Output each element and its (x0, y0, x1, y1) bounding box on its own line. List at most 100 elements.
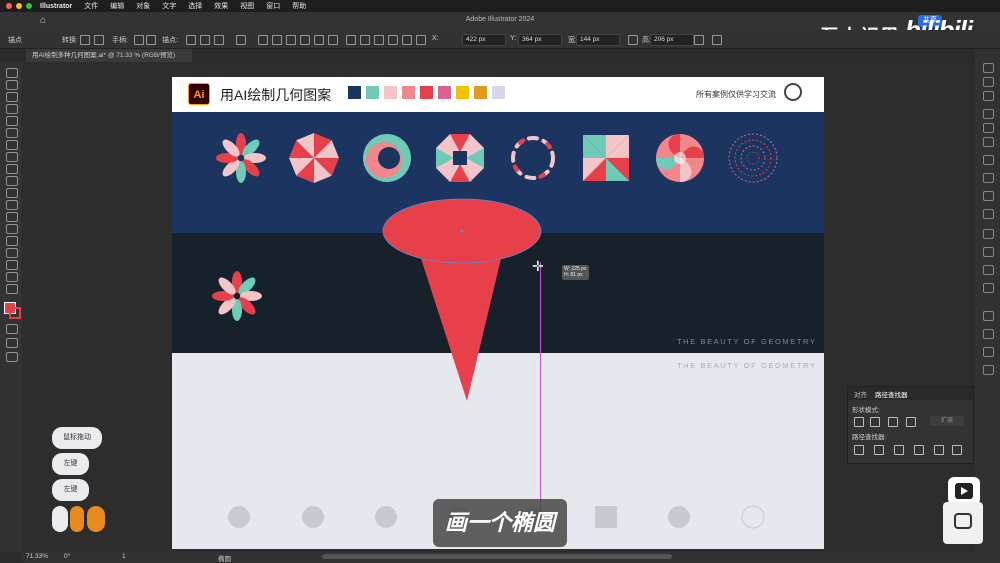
swatch-orange[interactable] (474, 86, 487, 99)
trim-icon[interactable] (874, 445, 884, 455)
appearance-panel-icon[interactable] (983, 283, 994, 293)
character-panel-icon[interactable] (983, 191, 994, 201)
align-panel-icon[interactable] (983, 311, 994, 321)
curvature-tool-icon[interactable] (6, 104, 18, 114)
cone-drawing[interactable] (380, 198, 550, 408)
convert-smooth-icon[interactable] (94, 35, 104, 45)
hand-tool-icon[interactable] (6, 284, 18, 294)
transform-panel-icon[interactable] (983, 247, 994, 257)
stroke-swatch[interactable] (9, 307, 21, 319)
pencil-tool-icon[interactable] (6, 128, 18, 138)
distribute-left-icon[interactable] (388, 35, 398, 45)
stroke-panel-icon[interactable] (983, 173, 994, 183)
tab-align[interactable]: 对齐 (854, 389, 867, 399)
distribute-right-icon[interactable] (416, 35, 426, 45)
isolate-icon[interactable] (214, 35, 224, 45)
align-top-icon[interactable] (300, 35, 310, 45)
menu-help[interactable]: 帮助 (292, 1, 306, 11)
height-field[interactable]: 206 px (650, 34, 694, 46)
swatch-pink[interactable] (438, 86, 451, 99)
arrange-icon[interactable] (712, 35, 722, 45)
menu-window[interactable]: 窗口 (266, 1, 280, 11)
expand-button[interactable]: 扩展 (930, 416, 964, 426)
merge-icon[interactable] (894, 445, 904, 455)
artboard-tool-icon[interactable] (6, 272, 18, 282)
crop-icon[interactable] (914, 445, 924, 455)
menu-app[interactable]: Illustrator (40, 3, 72, 10)
cone-triangle[interactable] (417, 246, 504, 401)
video-play-icon[interactable] (948, 477, 980, 505)
shape-builder-tool-icon[interactable] (6, 200, 18, 210)
menu-file[interactable]: 文件 (84, 1, 98, 11)
symbols-panel-icon[interactable] (983, 155, 994, 165)
swatches-panel-icon[interactable] (983, 123, 994, 133)
link-icon[interactable] (628, 35, 638, 45)
grid-icon[interactable] (236, 35, 246, 45)
rotation-angle[interactable]: 0° (64, 553, 70, 560)
tab-pathfinder[interactable]: 路径查找器 (875, 389, 908, 399)
menu-edit[interactable]: 编辑 (110, 1, 124, 11)
minimize-window-button[interactable] (16, 3, 22, 9)
pathfinder-panel-icon[interactable] (983, 329, 994, 339)
menu-type[interactable]: 文字 (162, 1, 176, 11)
divide-icon[interactable] (854, 445, 864, 455)
zoom-window-button[interactable] (26, 3, 32, 9)
menu-view[interactable]: 视图 (240, 1, 254, 11)
draw-mode-icon[interactable] (6, 338, 18, 348)
properties-panel-icon[interactable] (983, 63, 994, 73)
color-panel-icon[interactable] (983, 109, 994, 119)
libraries-panel-icon[interactable] (983, 91, 994, 101)
y-field[interactable]: 364 px (518, 34, 562, 46)
zoom-level[interactable]: 71.33% (26, 553, 48, 560)
minus-front-icon[interactable] (870, 417, 880, 427)
eyedropper-tool-icon[interactable] (6, 224, 18, 234)
remove-anchor-icon[interactable] (186, 35, 196, 45)
brushes-panel-icon[interactable] (983, 137, 994, 147)
distribute-middle-icon[interactable] (360, 35, 370, 45)
transform-icon[interactable] (694, 35, 704, 45)
menu-select[interactable]: 选择 (188, 1, 202, 11)
swatch-red[interactable] (420, 86, 433, 99)
rotate-tool-icon[interactable] (6, 152, 18, 162)
swatch-teal[interactable] (366, 86, 379, 99)
artboard-number[interactable]: 1 (122, 553, 126, 560)
align-bottom-icon[interactable] (328, 35, 338, 45)
artboards-panel-icon[interactable] (983, 365, 994, 375)
unite-icon[interactable] (854, 417, 864, 427)
graph-tool-icon[interactable] (6, 260, 18, 270)
direct-selection-tool-icon[interactable] (6, 80, 18, 90)
swatch-yellow[interactable] (456, 86, 469, 99)
menu-object[interactable]: 对象 (136, 1, 150, 11)
distribute-center-icon[interactable] (402, 35, 412, 45)
horizontal-scrollbar[interactable] (322, 554, 672, 559)
cut-path-icon[interactable] (200, 35, 210, 45)
width-field[interactable]: 144 px (576, 34, 620, 46)
x-field[interactable]: 422 px (462, 34, 506, 46)
align-middle-icon[interactable] (314, 35, 324, 45)
handle-icon[interactable] (134, 35, 144, 45)
menu-effect[interactable]: 效果 (214, 1, 228, 11)
outline-icon[interactable] (934, 445, 944, 455)
swatch-salmon[interactable] (402, 86, 415, 99)
transparency-panel-icon[interactable] (983, 265, 994, 275)
type-tool-icon[interactable] (6, 140, 18, 150)
eraser-tool-icon[interactable] (6, 164, 18, 174)
blend-tool-icon[interactable] (6, 236, 18, 246)
swatch-light-pink[interactable] (384, 86, 397, 99)
distribute-bottom-icon[interactable] (374, 35, 384, 45)
align-left-icon[interactable] (258, 35, 268, 45)
scale-tool-icon[interactable] (6, 176, 18, 186)
paragraph-panel-icon[interactable] (983, 209, 994, 219)
layers-panel-icon[interactable] (983, 77, 994, 87)
screen-mode-icon[interactable] (6, 352, 18, 362)
intersect-icon[interactable] (888, 417, 898, 427)
width-tool-icon[interactable] (6, 188, 18, 198)
swatch-navy[interactable] (348, 86, 361, 99)
gradient-tool-icon[interactable] (6, 212, 18, 222)
links-panel-icon[interactable] (983, 229, 994, 239)
gradient-panel-icon[interactable] (983, 347, 994, 357)
video-popout-icon[interactable] (943, 502, 983, 544)
selection-tool-icon[interactable] (6, 68, 18, 78)
minus-back-icon[interactable] (952, 445, 962, 455)
symbol-sprayer-tool-icon[interactable] (6, 248, 18, 258)
